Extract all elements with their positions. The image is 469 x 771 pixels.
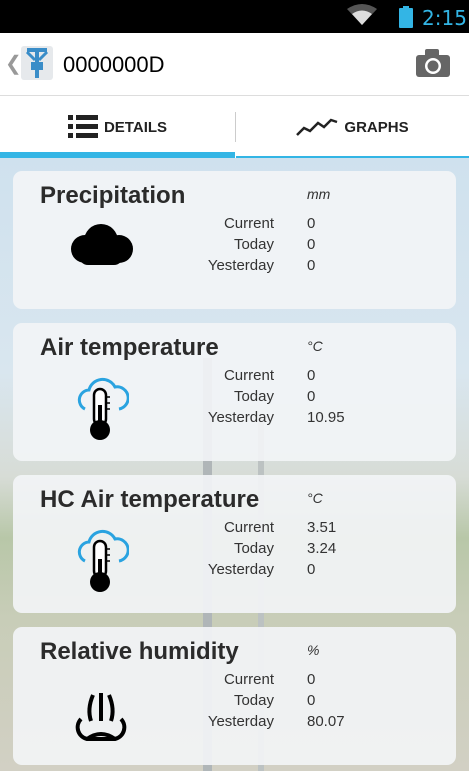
line-graph-icon: [296, 118, 338, 136]
row-label-today: Today: [233, 388, 274, 405]
sensor-card-precipitation[interactable]: Precipitation mm Current 0 Today 0 Yeste…: [13, 171, 456, 309]
value-current: 0: [307, 671, 316, 688]
chevron-left-icon[interactable]: ❮: [5, 51, 22, 76]
tab-graphs[interactable]: GRAPHS: [236, 96, 469, 158]
sensor-list[interactable]: Precipitation mm Current 0 Today 0 Yeste…: [0, 158, 469, 771]
station-title: 0000000D: [63, 52, 165, 77]
sensor-unit: °C: [307, 490, 323, 506]
sensor-name: Relative humidity: [40, 638, 239, 665]
row-label-today: Today: [233, 540, 274, 557]
value-today: 0: [307, 692, 316, 709]
sensor-card-air-temperature[interactable]: Air temperature °C Current 0 Today 0 Yes…: [13, 323, 456, 461]
clock: 2:15: [422, 6, 467, 30]
row-label-current: Current: [223, 519, 274, 536]
row-label-yesterday: Yesterday: [207, 409, 274, 426]
camera-icon[interactable]: [416, 49, 450, 77]
value-yesterday: 10.95: [307, 409, 345, 426]
tab-details[interactable]: DETAILS: [0, 96, 235, 158]
value-yesterday: 0: [307, 257, 316, 274]
value-yesterday: 0: [307, 561, 316, 578]
station-app-icon[interactable]: [21, 46, 53, 80]
row-label-current: Current: [223, 367, 274, 384]
row-label-yesterday: Yesterday: [207, 713, 274, 730]
action-bar: ❮ 0000000D: [0, 33, 469, 96]
value-today: 0: [307, 236, 316, 253]
row-label-today: Today: [233, 236, 274, 253]
row-label-current: Current: [223, 215, 274, 232]
status-bar: 2:15: [0, 0, 469, 33]
value-current: 3.51: [307, 519, 337, 536]
tab-bar: DETAILS GRAPHS: [0, 96, 469, 158]
wifi-icon: [347, 4, 377, 25]
tab-details-label: DETAILS: [103, 118, 168, 136]
sensor-card-relative-humidity[interactable]: Relative humidity % Current 0 Today 0 Ye…: [13, 627, 456, 765]
sensor-name: Precipitation: [40, 182, 186, 209]
row-label-yesterday: Yesterday: [207, 257, 274, 274]
value-yesterday: 80.07: [307, 713, 345, 730]
sensor-unit: mm: [307, 186, 331, 202]
value-today: 3.24: [307, 540, 337, 557]
value-today: 0: [307, 388, 316, 405]
sensor-name: Air temperature: [40, 334, 219, 361]
sensor-card-hc-air-temperature[interactable]: HC Air temperature °C Current 3.51 Today…: [13, 475, 456, 613]
row-label-yesterday: Yesterday: [207, 561, 274, 578]
sensor-unit: %: [307, 642, 320, 658]
list-icon: [67, 115, 98, 138]
tab-graphs-label: GRAPHS: [344, 118, 409, 136]
battery-icon: [399, 6, 413, 28]
value-current: 0: [307, 215, 316, 232]
row-label-current: Current: [223, 671, 274, 688]
row-label-today: Today: [233, 692, 274, 709]
sensor-name: HC Air temperature: [40, 486, 260, 513]
sensor-unit: °C: [307, 338, 323, 354]
value-current: 0: [307, 367, 316, 384]
